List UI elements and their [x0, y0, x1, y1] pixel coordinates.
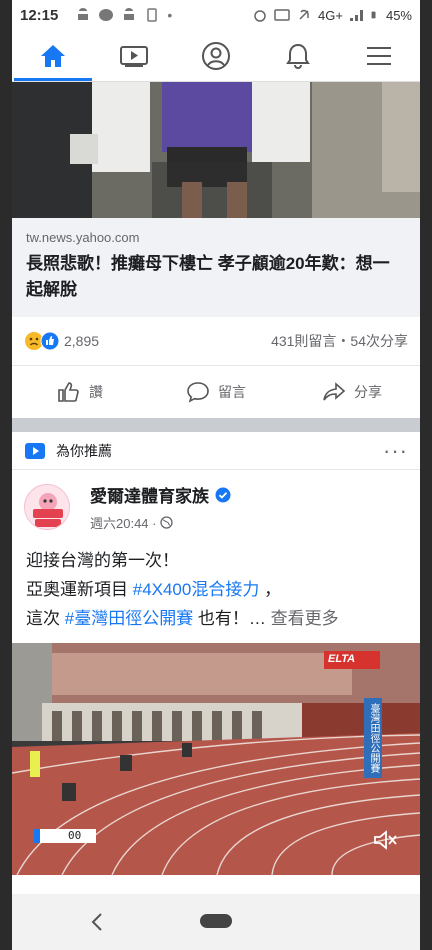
- comment-share-stats[interactable]: 431則留言・54次分享: [271, 331, 408, 351]
- recommended-label: 為你推薦: [56, 442, 112, 459]
- link-preview[interactable]: tw.news.yahoo.com 長照悲歌！推癱母下樓亡 孝子顧逾20年歎：想…: [12, 218, 420, 317]
- post-text-line-2: 亞奧運新項目 #4X400混合接力 ，: [26, 575, 406, 604]
- link-domain: tw.news.yahoo.com: [26, 230, 140, 245]
- mute-icon: [299, 9, 309, 20]
- home-icon: [40, 44, 65, 67]
- post-text-line-1: 迎接台灣的第一次！: [26, 551, 179, 570]
- feed-divider: [12, 418, 420, 432]
- elta-logo-icon: [25, 485, 69, 529]
- tab-notifications[interactable]: [257, 30, 339, 81]
- profile-icon: [201, 41, 230, 70]
- page-name-text: 愛爾達體育家族: [90, 487, 209, 506]
- news-photo[interactable]: [12, 82, 420, 218]
- verified-badge-icon: [215, 487, 231, 502]
- video-timer: 00: [68, 829, 82, 842]
- page-avatar[interactable]: [24, 484, 70, 530]
- post-text: 迎接台灣的第一次！ 亞奧運新項目 #4X400混合接力 ， 這次 #臺灣田徑公開…: [12, 540, 420, 641]
- tab-menu[interactable]: [338, 30, 420, 81]
- comment-icon: [187, 382, 209, 403]
- tab-watch[interactable]: [94, 30, 176, 81]
- bell-icon: [285, 43, 310, 69]
- comment-button[interactable]: 留言: [148, 381, 284, 403]
- text-fragment: 亞奧運新項目: [26, 580, 133, 599]
- post-actions: 讚 留言 分享: [12, 366, 420, 418]
- tab-home[interactable]: [12, 30, 94, 81]
- text-fragment: 也有！…: [193, 609, 271, 628]
- facebook-app-screen: 12:15 • 4G+ 45% tw.news.yahoo.com 長照悲歌！推…: [12, 0, 420, 950]
- page-name[interactable]: 愛爾達體育家族: [90, 482, 231, 507]
- alarm-icon: [254, 10, 266, 22]
- share-button[interactable]: 分享: [284, 381, 420, 403]
- more-options-button[interactable]: ···: [383, 438, 408, 464]
- globe-icon: [160, 516, 174, 529]
- video-banner: 臺灣田徑公開賽: [368, 703, 379, 773]
- mute-toggle-icon[interactable]: [372, 829, 398, 851]
- watch-icon: [25, 442, 45, 459]
- status-bar: 12:15 • 4G+ 45%: [12, 0, 420, 30]
- reaction-bar: 2,895 431則留言・54次分享: [12, 317, 420, 366]
- signal-icon: [349, 10, 363, 21]
- link-title: 長照悲歌！推癱母下樓亡 孝子顧逾20年歎：想一起解脫: [26, 254, 390, 299]
- status-time: 12:15: [20, 6, 59, 24]
- top-nav: [12, 30, 420, 82]
- news-photo-image: [12, 82, 420, 218]
- android-icon: [78, 8, 89, 20]
- network-type: 4G+: [318, 7, 343, 23]
- thumbs-up-icon: [58, 382, 79, 402]
- post-author-row: 愛爾達體育家族 週六20:44 ·: [12, 470, 420, 540]
- sim-icon: [147, 8, 158, 22]
- comment-label: 留言: [218, 384, 246, 400]
- channel-badge: ELTA: [328, 653, 356, 665]
- hashtag-link[interactable]: #臺灣田徑公開賽: [65, 609, 193, 628]
- reaction-count[interactable]: 2,895: [64, 333, 99, 349]
- battery-level: 45%: [385, 7, 412, 23]
- tab-profile[interactable]: [175, 30, 257, 81]
- post-meta: 週六20:44 ·: [90, 513, 231, 532]
- text-fragment: 這次: [26, 609, 65, 628]
- battery-icon: [371, 11, 376, 19]
- messenger-icon: [99, 9, 114, 21]
- like-label: 讚: [89, 384, 103, 400]
- video-icon: [120, 45, 149, 67]
- menu-icon: [367, 46, 392, 65]
- video-player[interactable]: 00 ELTA 臺灣田徑公開賽: [12, 643, 420, 875]
- like-reaction-icon[interactable]: [40, 331, 60, 351]
- share-label: 分享: [354, 384, 382, 400]
- android-icon: [124, 8, 135, 20]
- share-icon: [323, 382, 346, 401]
- post-text-line-3: 這次 #臺灣田徑公開賽 也有！… 查看更多: [26, 604, 406, 633]
- see-more-link[interactable]: 查看更多: [271, 609, 339, 628]
- hashtag-link[interactable]: #4X400混合接力: [133, 580, 260, 599]
- home-pill-button[interactable]: [200, 914, 232, 928]
- back-icon[interactable]: [90, 912, 104, 932]
- recommended-header: 為你推薦 ···: [12, 432, 420, 470]
- post-time[interactable]: 週六20:44 ·: [90, 513, 156, 532]
- text-fragment: ，: [259, 580, 282, 599]
- cast-icon: [274, 9, 290, 21]
- like-button[interactable]: 讚: [12, 381, 148, 403]
- dot-icon: •: [167, 7, 173, 23]
- system-nav-bar: [12, 894, 420, 950]
